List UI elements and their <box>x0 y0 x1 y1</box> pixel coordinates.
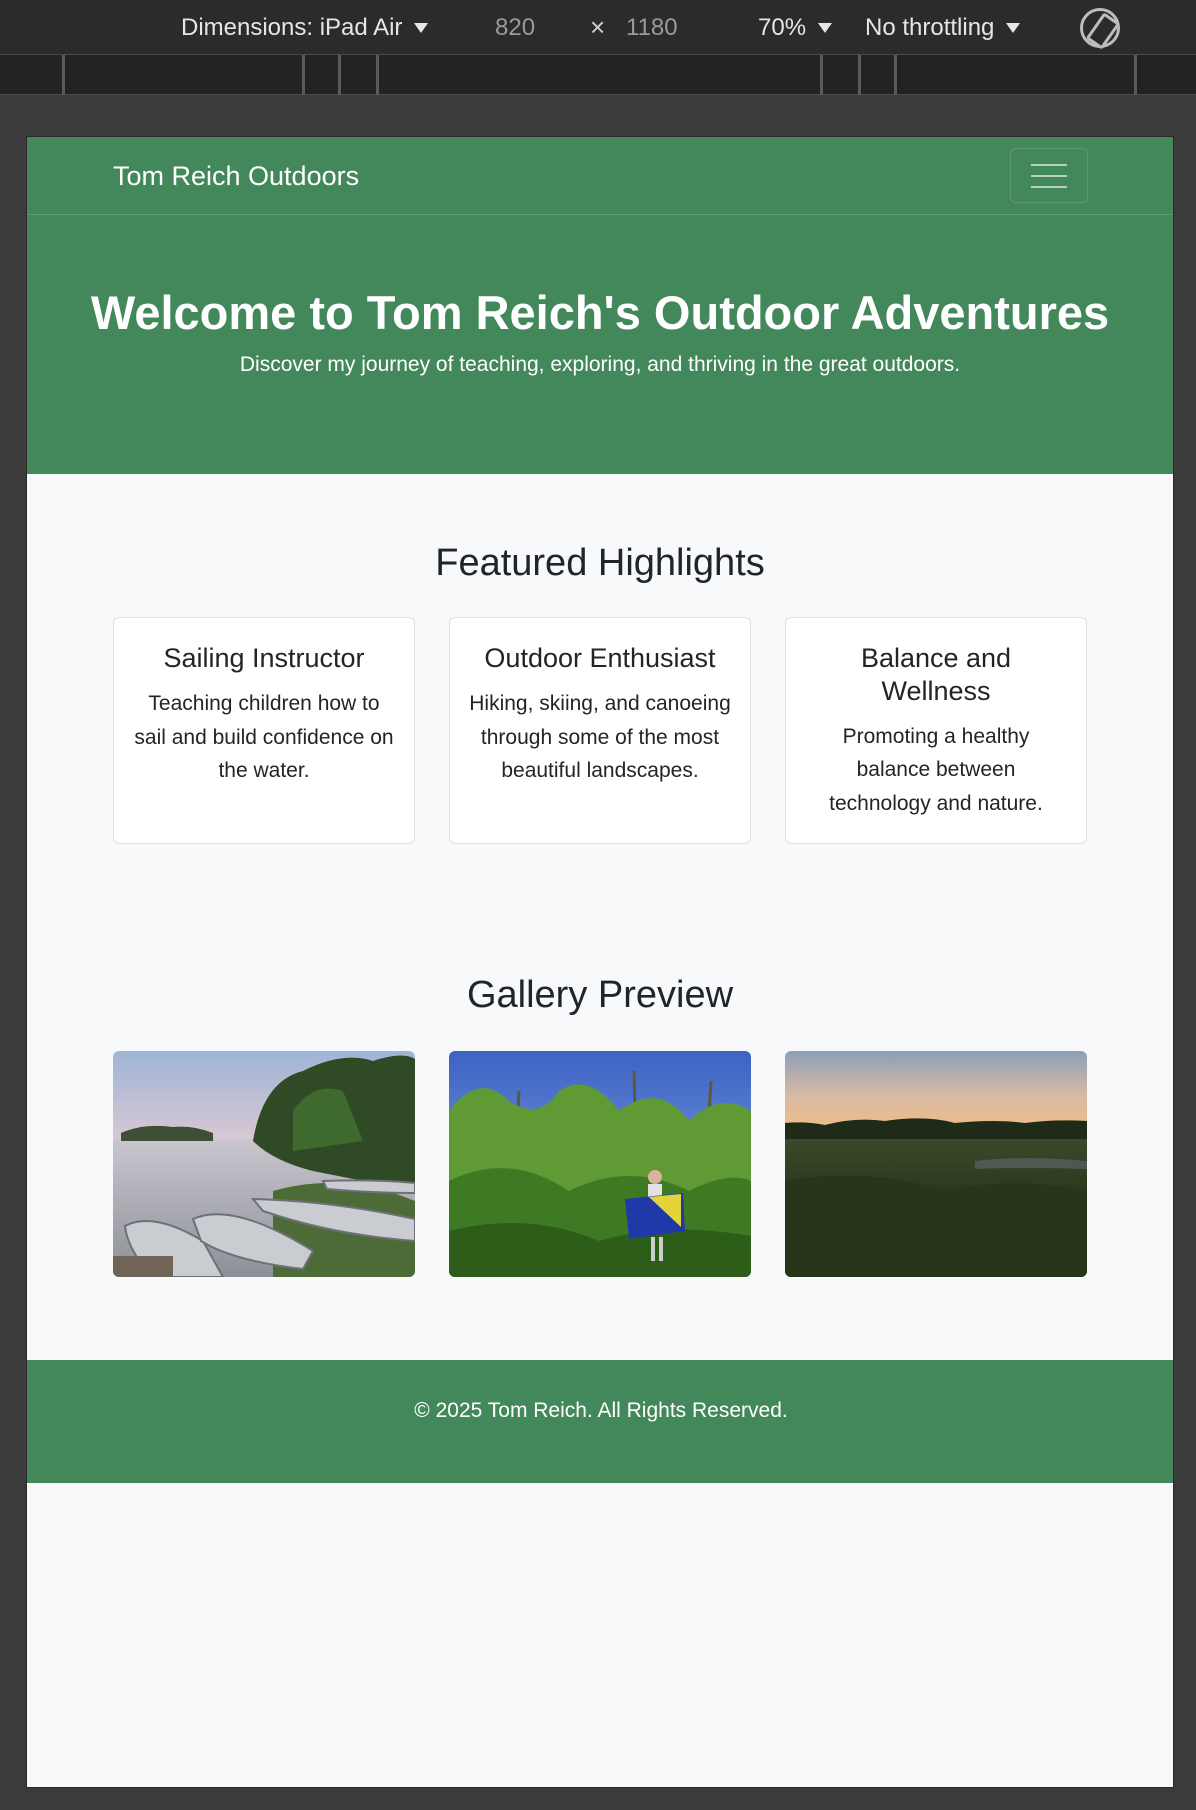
gallery-photo-sunset-marsh[interactable] <box>785 1051 1087 1277</box>
gallery-title: Gallery Preview <box>466 974 734 1016</box>
card-title: Sailing Instructor <box>163 643 365 673</box>
copyright-text: © 2025 Tom Reich. All Rights Reserved. <box>414 1399 788 1422</box>
throttling-label: No throttling <box>865 13 995 41</box>
hero-title: Welcome to Tom Reich's Outdoor Adventure… <box>90 286 1110 339</box>
media-query-divider[interactable] <box>302 55 305 95</box>
hamburger-icon <box>1031 174 1067 177</box>
media-query-divider[interactable] <box>62 55 65 95</box>
navbar-toggler-button[interactable] <box>1010 148 1088 203</box>
device-dimensions-dropdown[interactable]: Dimensions: iPad Air <box>181 0 429 55</box>
card-text: Promoting a healthy balance between tech… <box>829 724 1043 816</box>
highlight-card: Outdoor Enthusiast Hiking, skiing, and c… <box>449 617 751 844</box>
media-query-divider[interactable] <box>376 55 379 95</box>
gallery-section: Gallery Preview <box>27 844 1173 1277</box>
featured-cards: Sailing Instructor Teaching children how… <box>27 617 1173 844</box>
devtools-device-toolbar: Dimensions: iPad Air 820 × 1180 70% No t… <box>0 0 1196 55</box>
card-title: Outdoor Enthusiast <box>484 643 716 673</box>
zoom-label: 70% <box>758 13 807 41</box>
media-query-divider[interactable] <box>820 55 823 95</box>
page-footer: © 2025 Tom Reich. All Rights Reserved. <box>27 1360 1173 1483</box>
device-viewport: Tom Reich Outdoors Welcome to Tom Reich'… <box>26 136 1174 1788</box>
hero-section: Welcome to Tom Reich's Outdoor Adventure… <box>27 215 1173 474</box>
gallery-photo-forest-flag[interactable] <box>449 1051 751 1277</box>
featured-title: Featured Highlights <box>435 542 765 584</box>
media-query-divider[interactable] <box>1134 55 1137 95</box>
navbar-brand[interactable]: Tom Reich Outdoors <box>113 161 359 192</box>
chevron-down-icon <box>414 22 429 33</box>
highlight-card: Sailing Instructor Teaching children how… <box>113 617 415 844</box>
media-query-bar <box>0 55 1196 95</box>
throttling-dropdown[interactable]: No throttling <box>865 0 1021 55</box>
hamburger-icon <box>1031 163 1067 166</box>
chevron-down-icon <box>818 22 833 33</box>
navbar: Tom Reich Outdoors <box>27 137 1173 215</box>
featured-section: Featured Highlights Sailing Instructor T… <box>27 474 1173 844</box>
device-dimensions-label: Dimensions: iPad Air <box>181 13 403 41</box>
media-query-divider[interactable] <box>894 55 897 95</box>
hamburger-icon <box>1031 185 1067 188</box>
hero-subtitle: Discover my journey of teaching, explori… <box>239 352 961 376</box>
rotate-device-icon <box>1080 7 1120 48</box>
rotate-button[interactable] <box>1080 0 1120 55</box>
gallery-photo-canoes[interactable] <box>113 1051 415 1277</box>
media-query-divider[interactable] <box>858 55 861 95</box>
card-text: Hiking, skiing, and canoeing through som… <box>469 691 731 783</box>
chevron-down-icon <box>1006 22 1021 33</box>
zoom-dropdown[interactable]: 70% <box>758 0 833 55</box>
media-query-divider[interactable] <box>338 55 341 95</box>
gallery-grid <box>27 1051 1173 1277</box>
height-input[interactable]: 1180 <box>626 0 678 55</box>
card-text: Teaching children how to sail and build … <box>134 691 394 783</box>
highlight-card: Balance and Wellness Promoting a healthy… <box>785 617 1087 844</box>
width-input[interactable]: 820 <box>495 0 535 55</box>
times-icon: × <box>590 12 606 42</box>
card-title: Balance and Wellness <box>860 643 1012 706</box>
